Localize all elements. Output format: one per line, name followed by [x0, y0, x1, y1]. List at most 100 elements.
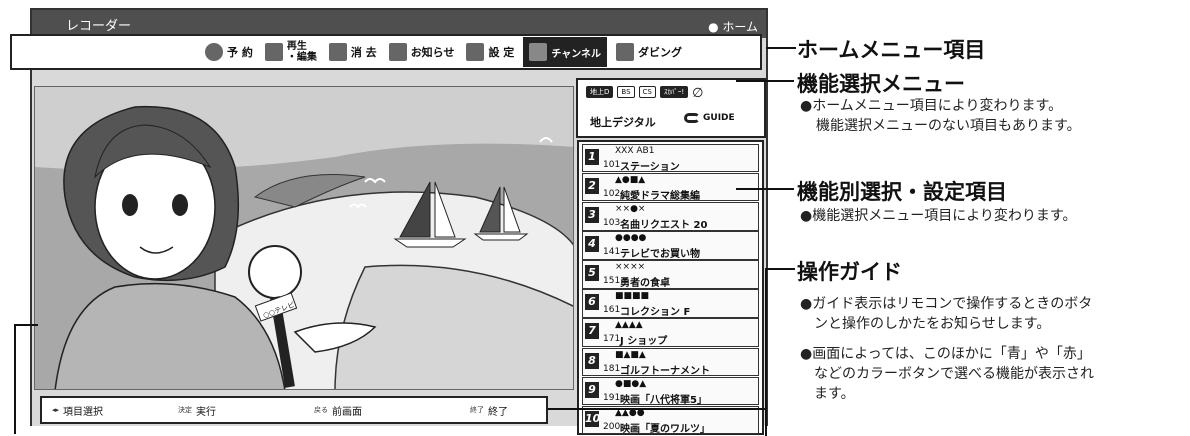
callout-line-picture-h [14, 324, 38, 326]
callout-line-func-menu [736, 80, 794, 82]
channel-row[interactable]: 6 ■■■■ 161 コレクション F [582, 289, 759, 319]
tv-screen: レコーダー ● ホーム ○○テレビ 地上D BS CS ｽｶﾊﾟｰ! ∅ 地上デ… [30, 8, 768, 435]
home-menu-label: チャンネル [551, 48, 602, 60]
label-home-menu: ホームメニュー項目 [797, 38, 986, 62]
digital-terrestrial-label: 地上デジタル [590, 116, 656, 129]
home-label: ホーム [722, 20, 758, 34]
channel-number: 7 [585, 323, 599, 340]
channel-title: XXX AB1 [615, 146, 655, 156]
home-menu-label: 設 定 [488, 46, 515, 59]
desc-op-guide-2b: などのカラーボタンで選べる機能が表示され [814, 366, 1094, 382]
channel-number: 4 [585, 236, 599, 253]
channel-code: 171 [603, 334, 621, 345]
channel-row[interactable]: 3 ××●× 103 名曲リクエスト 20 [582, 202, 759, 232]
channel-number: 1 [585, 149, 599, 165]
channel-list: 1 XXX AB1 101 ステーション 2 ▲●■▲ 102 純愛ドラマ総集編 3 ××●× 10… [577, 140, 764, 435]
channel-number: 10 [585, 410, 601, 427]
label-op-guide: 操作ガイド [797, 260, 902, 284]
label-func-items: 機能別選択・設定項目 [797, 180, 1007, 204]
home-menu-item-4[interactable]: 設 定 [463, 37, 517, 67]
channel-program: ステーション [620, 162, 680, 173]
home-menu-label: ダビング [638, 46, 683, 59]
desc-op-guide-2c: ます。 [814, 386, 855, 402]
end-key-icon: 終了 [470, 406, 484, 414]
home-menu-item-1[interactable]: 再生 ・編集 [262, 37, 320, 67]
channel-title: ■▲■▲ [615, 349, 646, 360]
channel-code: 161 [603, 305, 621, 316]
channel-code: 102 [603, 189, 621, 200]
home-menu-label: 予 約 [227, 46, 253, 59]
announcer-scene-image: ○○テレビ [35, 87, 573, 389]
channel-title: ××●× [615, 204, 646, 215]
channel-title: ▲●■▲ [615, 175, 646, 186]
label-func-menu: 機能選択メニュー [797, 72, 965, 96]
channel-row[interactable]: 1 XXX AB1 101 ステーション [582, 144, 759, 173]
channel-row[interactable]: 8 ■▲■▲ 181 ゴルフトーナメント [582, 347, 759, 377]
callout-line-func-items [736, 188, 794, 190]
desc-op-guide-2a: ●画面によっては、このほかに「青」や「赤」 [800, 346, 1091, 362]
clock-icon [205, 43, 223, 61]
guide-end-label: 終了 [488, 406, 508, 418]
guide-ok-label: 実行 [196, 406, 216, 418]
channel-number: 8 [585, 352, 599, 369]
channel-code: 151 [603, 276, 621, 287]
home-menu-item-2[interactable]: 消 去 [326, 37, 380, 67]
channel-program: 純愛ドラマ総集編 [620, 191, 700, 203]
desc-op-guide-1a: ●ガイド表示はリモコンで操作するときのボタ [800, 296, 1093, 312]
callout-line-guide-h [765, 268, 795, 270]
channel-row[interactable]: 9 ●■●▲ 191 映画「八代将軍5」 [582, 376, 759, 406]
channel-code: 200 [603, 421, 621, 432]
home-menu-item-0[interactable]: 予 約 [202, 37, 256, 67]
broadcast-tabs: 地上D BS CS ｽｶﾊﾟｰ! ∅ [586, 86, 704, 101]
desc-op-guide-1b: ンと操作のしかたをお知らせします。 [814, 316, 1051, 332]
guide-back: 戻る 前画面 [314, 403, 362, 418]
tv-picture: ○○テレビ [34, 86, 574, 390]
home-menu-label: お知らせ [410, 46, 455, 59]
guide-label: GUIDE [703, 113, 735, 123]
channel-title: ×××× [615, 262, 646, 273]
desc-func-menu-2: 機能選択メニューのない項目もあります。 [816, 118, 1081, 134]
back-key-icon: 戻る [314, 406, 328, 414]
channel-number: 3 [585, 207, 599, 224]
home-menu-label: 再生 ・編集 [286, 41, 317, 63]
home-menu-bar: 予 約 再生 ・編集 消 去 お知らせ 設 定 チャンネル ダビング [10, 34, 762, 70]
tab-terrestrial[interactable]: 地上D [586, 86, 614, 98]
channel-program: コレクション F [620, 307, 691, 319]
channel-row[interactable]: 7 ▲▲▲▲ 171 J ショップ [582, 318, 759, 347]
guide-select-label: 項目選択 [63, 406, 104, 418]
channel-number: 5 [585, 265, 599, 282]
home-menu-item-5[interactable]: チャンネル [523, 37, 608, 67]
guide-ok: 決定 実行 [178, 403, 216, 418]
home-menu-item-3[interactable]: お知らせ [386, 37, 458, 67]
settings-icon [466, 43, 485, 61]
channel-row[interactable]: 5 ×××× 151 勇者の食卓 [582, 260, 759, 290]
tab-none[interactable]: ∅ [692, 86, 703, 101]
dubbing-icon [616, 43, 635, 61]
guide-end: 終了 終了 [470, 403, 508, 418]
channel-number: 6 [585, 294, 599, 311]
home-menu-item-6[interactable]: ダビング [613, 37, 685, 67]
tab-skyperfect[interactable]: ｽｶﾊﾟｰ! [659, 86, 689, 98]
channel-code: 141 [603, 247, 621, 258]
desc-func-items: ●機能選択メニュー項目により変わります。 [800, 208, 1077, 224]
channel-program: 勇者の食卓 [620, 278, 670, 290]
channel-number: 9 [585, 381, 599, 398]
channel-program: 名曲リクエスト 20 [620, 220, 708, 232]
channel-icon [529, 43, 548, 61]
channel-title: ■■■■ [615, 291, 650, 302]
g-guide-button[interactable]: GUIDE [684, 113, 735, 123]
channel-code: 181 [603, 363, 621, 374]
desc-func-menu-1: ●ホームメニュー項目により変わります。 [800, 98, 1063, 114]
channel-number: 2 [585, 178, 599, 195]
trash-icon [328, 43, 347, 61]
g-logo-icon [684, 113, 700, 123]
tab-cs[interactable]: CS [638, 86, 656, 98]
tab-bs[interactable]: BS [617, 86, 635, 98]
channel-program: 映画「八代将軍5」 [620, 394, 707, 406]
channel-row[interactable]: 2 ▲●■▲ 102 純愛ドラマ総集編 [582, 173, 759, 203]
ok-key-icon: 決定 [178, 406, 192, 414]
function-select-menu: 地上D BS CS ｽｶﾊﾟｰ! ∅ 地上デジタル GUIDE [576, 78, 766, 138]
home-button[interactable]: ● ホーム [708, 18, 758, 35]
channel-row[interactable]: 4 ●●●● 141 テレビでお買い物 [582, 231, 759, 260]
guide-back-label: 前画面 [332, 406, 362, 418]
